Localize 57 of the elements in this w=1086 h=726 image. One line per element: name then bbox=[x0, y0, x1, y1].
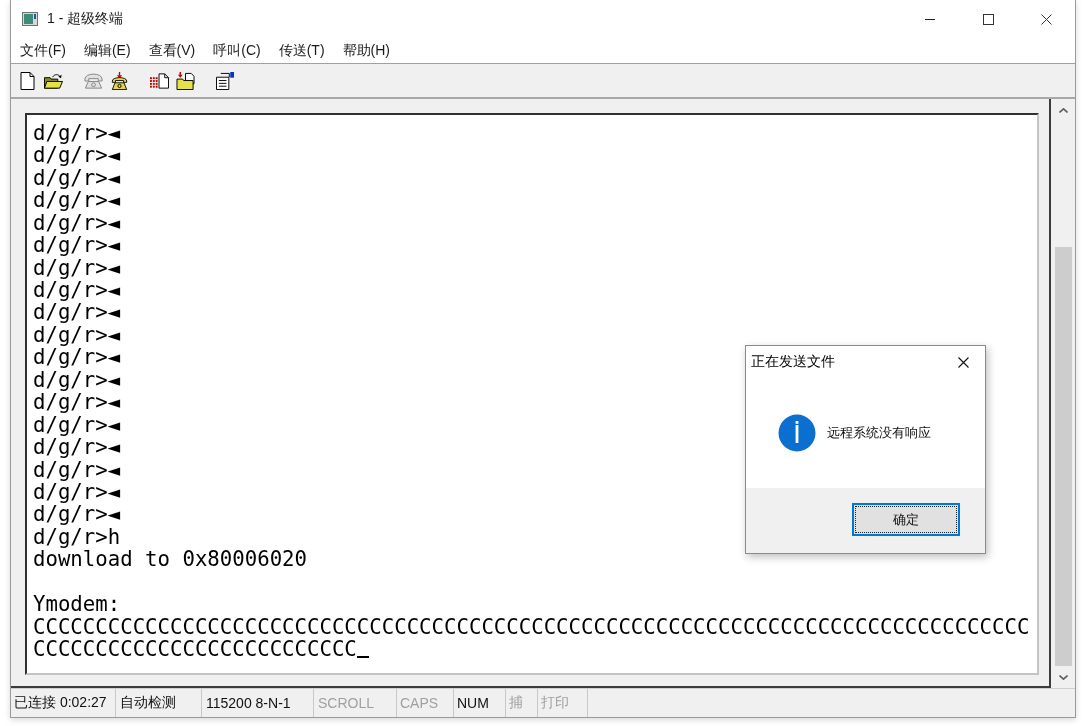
terminal-line: d/g/r>◄ bbox=[33, 256, 121, 280]
terminal-line: d/g/r>◄ bbox=[33, 391, 121, 414]
menu-item[interactable]: 帮助(H) bbox=[333, 39, 399, 62]
telephone-arrow-icon bbox=[109, 71, 129, 90]
dialog-title: 正在发送文件 bbox=[751, 353, 836, 371]
terminal-line: d/g/r>◄ bbox=[33, 301, 121, 324]
status-panel: 打印 bbox=[538, 689, 588, 717]
status-panel: NUM bbox=[454, 689, 506, 717]
terminal-line: d/g/r>◄ bbox=[33, 234, 121, 257]
menu-item[interactable]: 查看(V) bbox=[139, 39, 205, 62]
chevron-up-icon bbox=[1058, 107, 1068, 113]
terminal-line: d/g/r>◄ bbox=[33, 503, 121, 526]
terminal-line: d/g/r>◄ bbox=[33, 458, 121, 481]
terminal-line: download to 0x80006020 bbox=[33, 548, 307, 571]
window-title: 1 - 超级终端 bbox=[47, 10, 124, 28]
terminal-line: d/g/r>◄ bbox=[33, 279, 121, 302]
terminal-line: d/g/r>◄ bbox=[33, 368, 121, 392]
status-panel: 自动检测 bbox=[116, 689, 202, 717]
blank-page-icon bbox=[17, 71, 37, 90]
terminal-line: CCCCCCCCCCCCCCCCCCCCCCCCCC bbox=[33, 638, 357, 661]
terminal-line: d/g/r>◄ bbox=[33, 211, 121, 235]
status-panel: SCROLL bbox=[314, 689, 397, 717]
close-icon bbox=[1040, 13, 1052, 25]
scrollbar-thumb[interactable] bbox=[1055, 247, 1072, 666]
status-panel: 115200 8-N-1 bbox=[202, 689, 314, 717]
minimize-icon bbox=[925, 18, 935, 20]
terminal-line: d/g/r>◄ bbox=[33, 189, 121, 212]
maximize-icon bbox=[982, 13, 994, 25]
terminal-line: d/g/r>◄ bbox=[33, 346, 121, 369]
menu-item[interactable]: 传送(T) bbox=[269, 39, 334, 62]
folder-arrow-icon bbox=[175, 71, 195, 90]
terminal-line: d/g/r>◄ bbox=[33, 323, 121, 347]
menu-item[interactable]: 编辑(E) bbox=[74, 39, 140, 62]
page-grid-icon bbox=[149, 71, 169, 90]
terminal-line: d/g/r>◄ bbox=[33, 166, 121, 190]
app-icon bbox=[22, 12, 38, 26]
info-icon bbox=[778, 414, 816, 452]
telephone-icon bbox=[83, 71, 103, 90]
dialog-message: 远程系统没有响应 bbox=[827, 424, 931, 442]
chevron-down-icon bbox=[1058, 674, 1068, 680]
terminal-line: Ymodem: bbox=[33, 593, 121, 616]
menu-item[interactable]: 文件(F) bbox=[11, 39, 75, 62]
status-panel: CAPS bbox=[397, 689, 454, 717]
open-folder-icon bbox=[43, 71, 63, 90]
terminal-line: d/g/r>◄ bbox=[33, 436, 121, 459]
terminal-line: d/g/r>◄ bbox=[33, 481, 121, 504]
close-icon bbox=[957, 356, 969, 368]
terminal-line: d/g/r>h bbox=[33, 525, 121, 549]
ok-button[interactable]: 确定 bbox=[852, 503, 960, 536]
terminal-line: d/g/r>◄ bbox=[33, 144, 121, 167]
menu-item[interactable]: 呼叫(C) bbox=[204, 39, 270, 62]
terminal-line: d/g/r>◄ bbox=[33, 122, 121, 145]
terminal-line: CCCCCCCCCCCCCCCCCCCCCCCCCCCCCCCCCCCCCCCCCCCCCCCCCCCCCCCCCCCCCCCCCCCCCCCCCCCCCCCC bbox=[33, 615, 1030, 639]
status-panel: 捕 bbox=[506, 689, 538, 717]
terminal-line: d/g/r>◄ bbox=[33, 413, 121, 437]
status-panel: 已连接 0:02:27 bbox=[11, 689, 116, 717]
page-list-icon bbox=[215, 71, 235, 90]
